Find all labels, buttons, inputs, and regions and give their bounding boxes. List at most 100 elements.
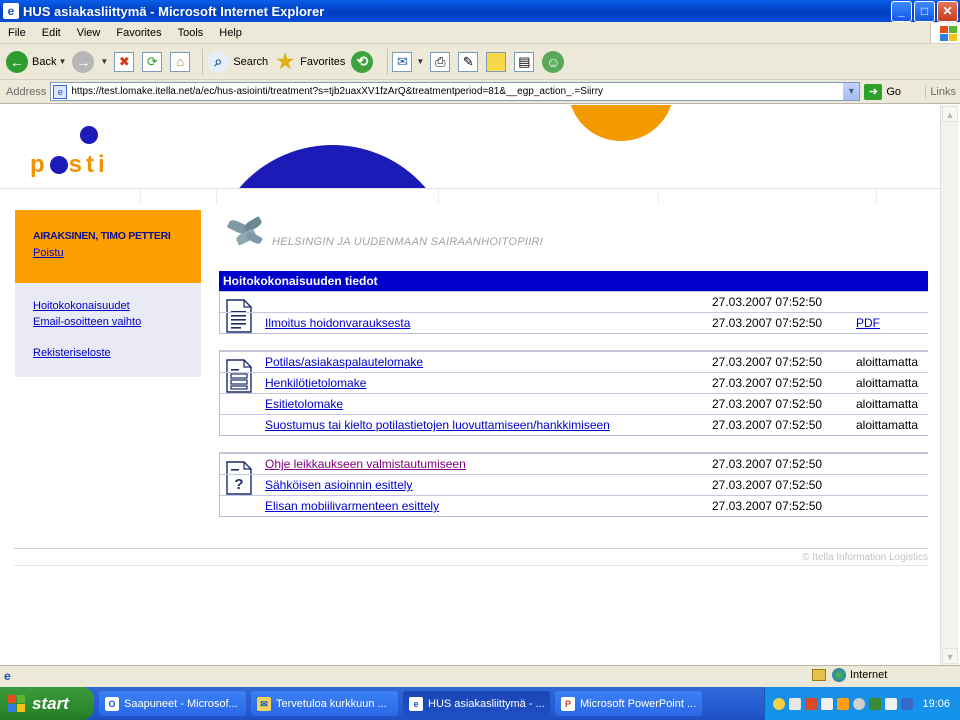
- lock-icon: [812, 669, 826, 681]
- taskbar-item-mail[interactable]: ✉ Tervetuloa kurkkuun ...: [251, 691, 398, 716]
- help-group: ? Ohje leikkaukseen valmistautumiseen 27…: [219, 453, 928, 517]
- go-label: Go: [886, 85, 902, 98]
- search-button[interactable]: ⌕ Search: [207, 50, 268, 73]
- scroll-down-icon[interactable]: ▼: [942, 648, 958, 664]
- vertical-scrollbar[interactable]: ▲ ▼: [940, 105, 958, 665]
- clock[interactable]: 19:06: [922, 698, 950, 710]
- windows-flag-icon: [930, 22, 960, 43]
- tray-app-icon[interactable]: [789, 697, 801, 710]
- scroll-up-icon[interactable]: ▲: [942, 106, 958, 122]
- table-row: Ohje leikkaukseen valmistautumiseen 27.0…: [220, 453, 928, 474]
- table-title: Hoitokokonaisuuden tiedot: [219, 271, 928, 291]
- tray-app-icon[interactable]: [901, 697, 913, 710]
- menu-view[interactable]: View: [69, 27, 109, 39]
- row-date: 27.03.2007 07:52:50: [712, 355, 823, 369]
- toolbar: ← Back ▼ → ▼ ✖ ⟳ ⌂ ⌕ Search ★ Favorites …: [0, 44, 960, 80]
- grid-line: [876, 189, 877, 204]
- row-date: 27.03.2007 07:52:50: [712, 478, 823, 492]
- taskbar-item-ie[interactable]: e HUS asiakasliittymä - ...: [403, 691, 550, 716]
- back-button[interactable]: ← Back ▼: [6, 50, 67, 73]
- row-name[interactable]: Ohje leikkaukseen valmistautumiseen: [265, 457, 466, 471]
- row-date: 27.03.2007 07:52:50: [712, 316, 823, 330]
- note-icon: [486, 51, 507, 72]
- group-spacer: [219, 436, 928, 453]
- sidebar-nav: Hoitokokonaisuudet Email-osoitteen vaiht…: [15, 283, 201, 377]
- globe-icon: [832, 668, 846, 682]
- windows-logo-icon: [8, 694, 26, 713]
- favorites-label: Favorites: [300, 55, 346, 68]
- table-row: Henkilötietolomake 27.03.2007 07:52:50 a…: [220, 372, 928, 393]
- window-title: HUS asiakasliittymä - Microsoft Internet…: [23, 3, 325, 19]
- mail-button[interactable]: ✉ ▼: [392, 51, 424, 72]
- task-label: Saapuneet - Microsof...: [124, 697, 238, 710]
- taskbar-item-outlook[interactable]: O Saapuneet - Microsof...: [99, 691, 246, 716]
- dropdown-arrow-icon: ▼: [58, 57, 67, 66]
- grid-line: [658, 189, 659, 204]
- table-row: Esitietolomake 27.03.2007 07:52:50 aloit…: [220, 393, 928, 414]
- logo-text-right: sti: [68, 151, 109, 178]
- tray-app-icon[interactable]: [805, 697, 817, 710]
- row-name[interactable]: Henkilötietolomake: [265, 376, 366, 390]
- sidebar-item-hoitokokonaisuudet[interactable]: Hoitokokonaisuudet: [33, 298, 201, 314]
- row-name[interactable]: Ilmoitus hoidonvarauksesta: [265, 316, 410, 330]
- envelope-icon: ✉: [257, 696, 271, 711]
- row-name[interactable]: Sähköisen asioinnin esittely: [265, 478, 412, 492]
- address-input[interactable]: e https://test.lomake.itella.net/a/ec/hu…: [50, 82, 861, 101]
- row-name[interactable]: Elisan mobiilivarmenteen esittely: [265, 499, 439, 513]
- taskbar-item-powerpoint[interactable]: P Microsoft PowerPoint ...: [555, 691, 702, 716]
- home-icon: ⌂: [170, 51, 191, 72]
- header-divider: [0, 188, 940, 189]
- orange-arc-decoration: [568, 105, 674, 141]
- taskbar: start O Saapuneet - Microsof... ✉ Tervet…: [0, 687, 960, 720]
- table-row: Ilmoitus hoidonvarauksesta 27.03.2007 07…: [220, 312, 928, 333]
- footer-divider: [14, 565, 928, 566]
- treatment-table: Hoitokokonaisuuden tiedot 27.03.2007 07:…: [219, 271, 928, 517]
- tray-app-icon[interactable]: [837, 697, 849, 710]
- menu-help[interactable]: Help: [211, 27, 250, 39]
- go-button[interactable]: ➜ Go: [864, 83, 902, 100]
- forward-button[interactable]: → ▼: [72, 50, 108, 73]
- start-button[interactable]: start: [0, 687, 94, 720]
- tray-app-icon[interactable]: [885, 697, 897, 710]
- research-button[interactable]: ▤: [514, 51, 536, 72]
- tray-chevron-icon[interactable]: [773, 697, 785, 710]
- logout-link[interactable]: Poistu: [33, 247, 64, 259]
- menu-favorites[interactable]: Favorites: [108, 27, 169, 39]
- messenger-button[interactable]: ☺: [542, 50, 568, 73]
- maximize-button[interactable]: □: [914, 0, 935, 22]
- refresh-button[interactable]: ⟳: [142, 51, 164, 72]
- edit-button[interactable]: ✎: [458, 51, 480, 72]
- blue-arc-decoration: [210, 145, 455, 189]
- favorites-button[interactable]: ★ Favorites: [274, 51, 345, 73]
- row-name[interactable]: Esitietolomake: [265, 397, 343, 411]
- address-url[interactable]: https://test.lomake.itella.net/a/ec/hus-…: [71, 86, 843, 97]
- row-status: aloittamatta: [856, 355, 919, 369]
- grid-line: [216, 189, 217, 204]
- discuss-button[interactable]: [486, 51, 508, 72]
- tray-app-icon[interactable]: [869, 697, 881, 710]
- pdf-link[interactable]: PDF: [856, 316, 880, 330]
- window-titlebar[interactable]: e HUS asiakasliittymä - Microsoft Intern…: [0, 0, 960, 22]
- refresh-icon: ⟳: [142, 51, 163, 72]
- row-name[interactable]: Suostumus tai kielto potilastietojen luo…: [265, 418, 610, 432]
- sidebar-item-rekisteriseloste[interactable]: Rekisteriseloste: [33, 345, 201, 361]
- history-button[interactable]: ⟲: [351, 50, 377, 73]
- address-dropdown-icon[interactable]: ▼: [843, 83, 860, 100]
- back-label: Back: [32, 55, 57, 68]
- hospital-logo: HELSINGIN JA UUDENMAAN SAIRAANHOITOPIIRI: [226, 216, 543, 248]
- minimize-button[interactable]: _: [891, 0, 912, 22]
- tray-app-icon[interactable]: [853, 697, 865, 710]
- links-button[interactable]: Links: [925, 85, 960, 98]
- menu-edit[interactable]: Edit: [34, 27, 69, 39]
- history-icon: ⟲: [351, 50, 374, 73]
- row-name[interactable]: Potilas/asiakaspalautelomake: [265, 355, 423, 369]
- menu-tools[interactable]: Tools: [170, 27, 212, 39]
- sidebar-item-email-change[interactable]: Email-osoitteen vaihto: [33, 314, 201, 330]
- menu-file[interactable]: File: [0, 27, 34, 39]
- print-button[interactable]: ⎙: [430, 51, 452, 72]
- tray-app-icon[interactable]: [821, 697, 833, 710]
- home-button[interactable]: ⌂: [170, 51, 192, 72]
- row-status: aloittamatta: [856, 376, 919, 390]
- close-button[interactable]: ✕: [937, 0, 958, 22]
- stop-button[interactable]: ✖: [114, 51, 136, 72]
